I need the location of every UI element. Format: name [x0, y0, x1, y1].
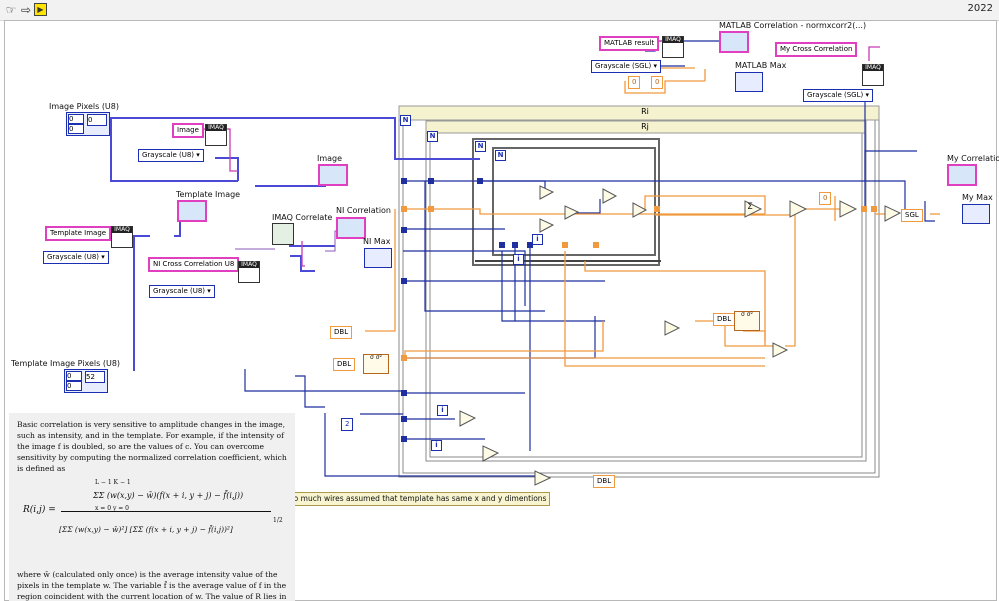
loop4-iteration-terminal: i	[532, 234, 543, 245]
template-image-name-constant[interactable]: Template Image	[45, 226, 112, 241]
note-paragraph-2: where w̄ (calculated only once) is the a…	[17, 570, 287, 601]
matlab-max-label: MATLAB Max	[735, 61, 787, 70]
zero-constant-b[interactable]: 0	[651, 76, 664, 89]
explanation-note: Basic correlation is very sensitive to a…	[9, 413, 295, 601]
to-dbl-node-4[interactable]: DBL	[593, 475, 616, 488]
imaq-text: IMAQ	[663, 37, 683, 43]
rj-iteration-terminal: i	[437, 405, 448, 416]
matlab-correlation-display-icon[interactable]	[719, 31, 749, 53]
arrow-icon[interactable]: ⇨	[19, 3, 33, 17]
to-dbl-node-1[interactable]: DBL	[330, 326, 353, 339]
rj-loop-label: Rj	[641, 122, 649, 131]
my-type-grayscale-sgl[interactable]: Grayscale (SGL)	[803, 89, 873, 102]
zero-constant-c[interactable]: 0	[819, 192, 832, 205]
version-label: 2022	[967, 3, 993, 14]
block-diagram-canvas[interactable]: Ri Rj N N N N i i i i Image Pixels (U8) …	[4, 20, 999, 601]
ri-iteration-terminal: i	[431, 440, 442, 451]
run-icon[interactable]: ▶	[34, 3, 47, 16]
matlab-correlation-label: MATLAB Correlation - normxcorr2(...)	[719, 21, 867, 30]
template-pixels-col-index[interactable]: 0	[66, 381, 82, 391]
formula-divider	[61, 511, 271, 512]
image-pixels-value[interactable]: 0	[87, 114, 107, 126]
ni-cross-correlation-constant[interactable]: NI Cross Correlation U8	[148, 257, 240, 272]
template-type-grayscale-u8[interactable]: Grayscale (U8)	[43, 251, 109, 264]
template-pixels-row-index[interactable]: 0	[66, 371, 82, 381]
ri-count-terminal[interactable]: N	[400, 115, 411, 126]
imaq-create-my-node[interactable]: IMAQ	[862, 64, 884, 86]
image-name-constant[interactable]: Image	[172, 123, 204, 138]
std-dev-node-1[interactable]: σ σ²	[363, 354, 389, 374]
formula-lhs: R(i,j) =	[23, 505, 56, 515]
template-image-indicator-label: Template Image	[176, 190, 241, 199]
inner-loop-inner	[492, 147, 656, 256]
ni-correlation-label: NI Correlation	[336, 206, 391, 215]
loop3-iteration-terminal: i	[513, 254, 524, 265]
ni-max-indicator[interactable]	[364, 248, 392, 268]
imaq-correlate-label: IMAQ Correlate	[272, 213, 333, 222]
imaq-create-image-node[interactable]: IMAQ	[205, 124, 227, 146]
formula-limits-top: L − 1 K − 1	[95, 479, 131, 486]
my-correlation-display-icon[interactable]	[947, 164, 977, 186]
loop4-count-terminal[interactable]: N	[495, 150, 506, 161]
matlab-max-indicator[interactable]	[735, 72, 763, 92]
ni-type-grayscale-u8[interactable]: Grayscale (U8)	[149, 285, 215, 298]
loop3-count-terminal[interactable]: N	[475, 141, 486, 152]
std-dev-node-2[interactable]: σ σ²	[734, 311, 760, 331]
template-image-display-icon[interactable]	[177, 200, 207, 222]
to-dbl-node-3[interactable]: DBL	[713, 313, 736, 326]
ni-max-label: NI Max	[363, 237, 391, 246]
imaq-correlate-node[interactable]	[272, 223, 294, 245]
to-dbl-node-2[interactable]: DBL	[333, 358, 356, 371]
image-pixels-row-index[interactable]: 0	[68, 114, 84, 124]
my-correlation-label: My Correlation	[947, 154, 999, 163]
imaq-text: IMAQ	[112, 227, 132, 233]
my-cross-correlation-constant[interactable]: My Cross Correlation	[775, 42, 858, 57]
template-pixels-value[interactable]: 52	[85, 371, 105, 383]
imaq-text: IMAQ	[239, 262, 259, 268]
rj-count-terminal[interactable]: N	[427, 131, 438, 142]
toolbar: ☞ ⇨ ▶ 2022	[0, 0, 999, 21]
image-indicator-label: Image	[317, 154, 343, 163]
template-pixels-array[interactable]: 0 0 52	[64, 369, 108, 393]
template-pixels-label: Template Image Pixels (U8)	[11, 359, 121, 368]
image-pixels-label: Image Pixels (U8)	[49, 102, 119, 111]
imaq-text: IMAQ	[863, 65, 883, 71]
sum-node[interactable]: Σ	[743, 203, 757, 213]
image-pixels-array[interactable]: 0 0 0	[66, 112, 110, 136]
image-pixels-col-index[interactable]: 0	[68, 124, 84, 134]
zero-constant-a[interactable]: 0	[628, 76, 641, 89]
ri-loop-label: Ri	[641, 107, 649, 116]
note-paragraph-1: Basic correlation is very sensitive to a…	[17, 420, 287, 473]
imaq-create-matlab-node[interactable]: IMAQ	[662, 36, 684, 58]
formula-numerator: ΣΣ (w(x,y) − w̄)(f(x + i, y + j) − f̄(i,…	[93, 491, 244, 500]
my-max-indicator[interactable]	[962, 204, 990, 224]
image-type-grayscale-u8[interactable]: Grayscale (U8)	[138, 149, 204, 162]
matlab-result-constant[interactable]: MATLAB result	[599, 36, 660, 51]
matlab-type-grayscale-sgl[interactable]: Grayscale (SGL)	[591, 60, 661, 73]
formula-half-exponent: 1/2	[273, 517, 283, 524]
ni-correlation-display-icon[interactable]	[336, 217, 366, 239]
to-sgl-node[interactable]: SGL	[901, 209, 923, 222]
imaq-text: IMAQ	[206, 125, 226, 131]
hand-icon[interactable]: ☞	[4, 3, 18, 17]
formula-denominator: [ΣΣ (w(x,y) − w̄)²] [ΣΣ (f(x + i, y + j)…	[59, 525, 233, 534]
two-constant[interactable]: 2	[341, 418, 354, 431]
my-max-label: My Max	[962, 193, 993, 202]
imaq-create-ni-node[interactable]: IMAQ	[238, 261, 260, 283]
labview-block-diagram-window: ☞ ⇨ ▶ 2022 Ri Rj N N N N i i i i Image P…	[0, 0, 999, 601]
imaq-create-template-node[interactable]: IMAQ	[111, 226, 133, 248]
image-display-icon[interactable]	[318, 164, 348, 186]
